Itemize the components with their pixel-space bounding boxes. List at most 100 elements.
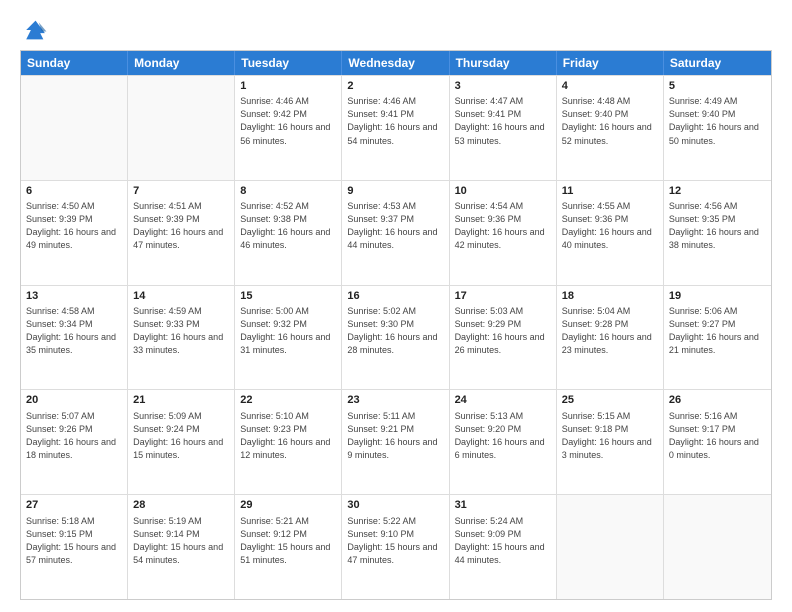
cell-info: Sunrise: 5:09 AM Sunset: 9:24 PM Dayligh…: [133, 410, 229, 462]
day-number: 27: [26, 498, 122, 513]
empty-cell: [664, 495, 771, 599]
page: SundayMondayTuesdayWednesdayThursdayFrid…: [0, 0, 792, 612]
cell-info: Sunrise: 5:21 AM Sunset: 9:12 PM Dayligh…: [240, 515, 336, 567]
day-number: 9: [347, 184, 443, 199]
day-cell-8: 8Sunrise: 4:52 AM Sunset: 9:38 PM Daylig…: [235, 181, 342, 285]
cell-info: Sunrise: 4:50 AM Sunset: 9:39 PM Dayligh…: [26, 200, 122, 252]
calendar-header: SundayMondayTuesdayWednesdayThursdayFrid…: [21, 51, 771, 75]
calendar-body: 1Sunrise: 4:46 AM Sunset: 9:42 PM Daylig…: [21, 75, 771, 599]
day-cell-20: 20Sunrise: 5:07 AM Sunset: 9:26 PM Dayli…: [21, 390, 128, 494]
day-cell-2: 2Sunrise: 4:46 AM Sunset: 9:41 PM Daylig…: [342, 76, 449, 180]
day-cell-18: 18Sunrise: 5:04 AM Sunset: 9:28 PM Dayli…: [557, 286, 664, 390]
cell-info: Sunrise: 5:16 AM Sunset: 9:17 PM Dayligh…: [669, 410, 766, 462]
cell-info: Sunrise: 5:00 AM Sunset: 9:32 PM Dayligh…: [240, 305, 336, 357]
day-number: 2: [347, 79, 443, 94]
calendar-row-1: 1Sunrise: 4:46 AM Sunset: 9:42 PM Daylig…: [21, 75, 771, 180]
day-cell-11: 11Sunrise: 4:55 AM Sunset: 9:36 PM Dayli…: [557, 181, 664, 285]
day-number: 17: [455, 289, 551, 304]
day-number: 26: [669, 393, 766, 408]
cell-info: Sunrise: 5:02 AM Sunset: 9:30 PM Dayligh…: [347, 305, 443, 357]
header-day-friday: Friday: [557, 51, 664, 75]
day-number: 8: [240, 184, 336, 199]
cell-info: Sunrise: 4:54 AM Sunset: 9:36 PM Dayligh…: [455, 200, 551, 252]
day-cell-15: 15Sunrise: 5:00 AM Sunset: 9:32 PM Dayli…: [235, 286, 342, 390]
day-number: 22: [240, 393, 336, 408]
day-number: 11: [562, 184, 658, 199]
day-number: 15: [240, 289, 336, 304]
day-cell-23: 23 Sunrise: 5:11 AM Sunset: 9:21 PM Dayli…: [342, 390, 449, 494]
day-cell-4: 4Sunrise: 4:48 AM Sunset: 9:40 PM Daylig…: [557, 76, 664, 180]
cell-info: Sunrise: 5:07 AM Sunset: 9:26 PM Dayligh…: [26, 410, 122, 462]
day-cell-9: 9Sunrise: 4:53 AM Sunset: 9:37 PM Daylig…: [342, 181, 449, 285]
cell-info: Sunrise: 4:56 AM Sunset: 9:35 PM Dayligh…: [669, 200, 766, 252]
cell-info: Sunrise: 5:24 AM Sunset: 9:09 PM Dayligh…: [455, 515, 551, 567]
cell-info: Sunrise: 4:48 AM Sunset: 9:40 PM Dayligh…: [562, 95, 658, 147]
cell-info: Sunrise: 4:46 AM Sunset: 9:41 PM Dayligh…: [347, 95, 443, 147]
cell-info: Sunrise: 5:22 AM Sunset: 9:10 PM Dayligh…: [347, 515, 443, 567]
cell-info: Sunrise: 4:52 AM Sunset: 9:38 PM Dayligh…: [240, 200, 336, 252]
cell-info: Sunrise: 5:15 AM Sunset: 9:18 PM Dayligh…: [562, 410, 658, 462]
empty-cell: [21, 76, 128, 180]
day-number: 29: [240, 498, 336, 513]
header-day-monday: Monday: [128, 51, 235, 75]
day-cell-16: 16Sunrise: 5:02 AM Sunset: 9:30 PM Dayli…: [342, 286, 449, 390]
day-number: 14: [133, 289, 229, 304]
cell-info: Sunrise: 5:11 AM Sunset: 9:21 PM Dayligh…: [347, 410, 443, 462]
day-number: 7: [133, 184, 229, 199]
cell-info: Sunrise: 5:18 AM Sunset: 9:15 PM Dayligh…: [26, 515, 122, 567]
calendar-row-5: 27 Sunrise: 5:18 AM Sunset: 9:15 PM Dayli…: [21, 494, 771, 599]
day-cell-12: 12Sunrise: 4:56 AM Sunset: 9:35 PM Dayli…: [664, 181, 771, 285]
day-number: 3: [455, 79, 551, 94]
day-number: 5: [669, 79, 766, 94]
header: [20, 16, 772, 44]
day-cell-25: 25 Sunrise: 5:15 AM Sunset: 9:18 PM Dayli…: [557, 390, 664, 494]
header-day-thursday: Thursday: [450, 51, 557, 75]
empty-cell: [128, 76, 235, 180]
logo-icon: [20, 16, 48, 44]
cell-info: Sunrise: 4:58 AM Sunset: 9:34 PM Dayligh…: [26, 305, 122, 357]
day-cell-19: 19Sunrise: 5:06 AM Sunset: 9:27 PM Dayli…: [664, 286, 771, 390]
cell-info: Sunrise: 4:53 AM Sunset: 9:37 PM Dayligh…: [347, 200, 443, 252]
calendar-row-4: 20Sunrise: 5:07 AM Sunset: 9:26 PM Dayli…: [21, 389, 771, 494]
day-cell-31: 31Sunrise: 5:24 AM Sunset: 9:09 PM Dayli…: [450, 495, 557, 599]
cell-info: Sunrise: 5:10 AM Sunset: 9:23 PM Dayligh…: [240, 410, 336, 462]
day-cell-22: 22 Sunrise: 5:10 AM Sunset: 9:23 PM Dayli…: [235, 390, 342, 494]
day-cell-27: 27 Sunrise: 5:18 AM Sunset: 9:15 PM Dayli…: [21, 495, 128, 599]
cell-info: Sunrise: 5:04 AM Sunset: 9:28 PM Dayligh…: [562, 305, 658, 357]
cell-info: Sunrise: 4:49 AM Sunset: 9:40 PM Dayligh…: [669, 95, 766, 147]
day-number: 28: [133, 498, 229, 513]
day-number: 16: [347, 289, 443, 304]
day-cell-30: 30 Sunrise: 5:22 AM Sunset: 9:10 PM Dayli…: [342, 495, 449, 599]
day-cell-10: 10Sunrise: 4:54 AM Sunset: 9:36 PM Dayli…: [450, 181, 557, 285]
day-cell-17: 17Sunrise: 5:03 AM Sunset: 9:29 PM Dayli…: [450, 286, 557, 390]
day-number: 30: [347, 498, 443, 513]
day-number: 23: [347, 393, 443, 408]
logo: [20, 16, 52, 44]
header-day-tuesday: Tuesday: [235, 51, 342, 75]
day-number: 1: [240, 79, 336, 94]
day-cell-1: 1Sunrise: 4:46 AM Sunset: 9:42 PM Daylig…: [235, 76, 342, 180]
day-number: 25: [562, 393, 658, 408]
day-cell-13: 13Sunrise: 4:58 AM Sunset: 9:34 PM Dayli…: [21, 286, 128, 390]
day-number: 18: [562, 289, 658, 304]
cell-info: Sunrise: 4:55 AM Sunset: 9:36 PM Dayligh…: [562, 200, 658, 252]
day-number: 24: [455, 393, 551, 408]
day-number: 10: [455, 184, 551, 199]
day-cell-26: 26 Sunrise: 5:16 AM Sunset: 9:17 PM Dayli…: [664, 390, 771, 494]
cell-info: Sunrise: 5:19 AM Sunset: 9:14 PM Dayligh…: [133, 515, 229, 567]
empty-cell: [557, 495, 664, 599]
day-cell-21: 21 Sunrise: 5:09 AM Sunset: 9:24 PM Dayli…: [128, 390, 235, 494]
calendar-row-3: 13Sunrise: 4:58 AM Sunset: 9:34 PM Dayli…: [21, 285, 771, 390]
day-number: 19: [669, 289, 766, 304]
day-number: 13: [26, 289, 122, 304]
day-cell-14: 14Sunrise: 4:59 AM Sunset: 9:33 PM Dayli…: [128, 286, 235, 390]
day-number: 12: [669, 184, 766, 199]
header-day-saturday: Saturday: [664, 51, 771, 75]
cell-info: Sunrise: 5:13 AM Sunset: 9:20 PM Dayligh…: [455, 410, 551, 462]
calendar: SundayMondayTuesdayWednesdayThursdayFrid…: [20, 50, 772, 600]
cell-info: Sunrise: 4:51 AM Sunset: 9:39 PM Dayligh…: [133, 200, 229, 252]
cell-info: Sunrise: 4:46 AM Sunset: 9:42 PM Dayligh…: [240, 95, 336, 147]
day-number: 4: [562, 79, 658, 94]
day-cell-5: 5Sunrise: 4:49 AM Sunset: 9:40 PM Daylig…: [664, 76, 771, 180]
day-number: 21: [133, 393, 229, 408]
